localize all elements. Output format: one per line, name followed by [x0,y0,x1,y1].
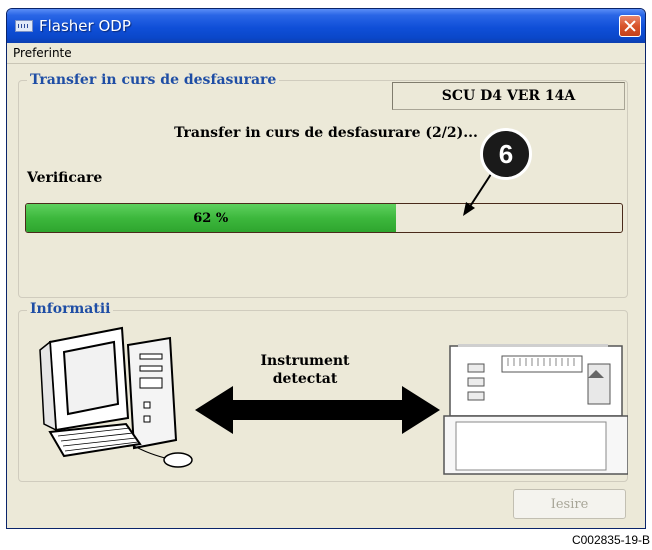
double-arrow-icon [195,386,440,434]
instrument-icon [443,344,628,475]
progress-bar: 62 % [25,203,623,233]
detect-line-1: Instrument [260,353,350,369]
figure-caption: C002835-19-B [571,533,650,547]
instrument-detected-text: Instrument detectat [240,352,370,388]
info-group-legend: Informatii [27,301,114,317]
exit-button[interactable]: Iesire [513,489,626,519]
callout-marker: 6 [480,128,532,180]
menu-preferinte[interactable]: Preferinte [13,46,72,60]
detect-line-2: detectat [272,371,338,387]
progress-label: 62 % [193,210,229,226]
transfer-status-text: Transfer in curs de desfasurare (2/2)... [174,125,478,141]
window-title: Flasher ODP [39,17,131,35]
verification-label: Verificare [27,170,103,186]
computer-icon [39,326,193,468]
title-bar[interactable]: Flasher ODP [7,9,645,43]
menu-bar: Preferinte [7,43,645,64]
transfer-group [18,80,628,298]
app-icon [15,20,33,32]
close-button[interactable] [619,15,641,37]
transfer-group-legend: Transfer in curs de desfasurare [27,72,280,88]
version-field: SCU D4 VER 14A [392,82,625,110]
